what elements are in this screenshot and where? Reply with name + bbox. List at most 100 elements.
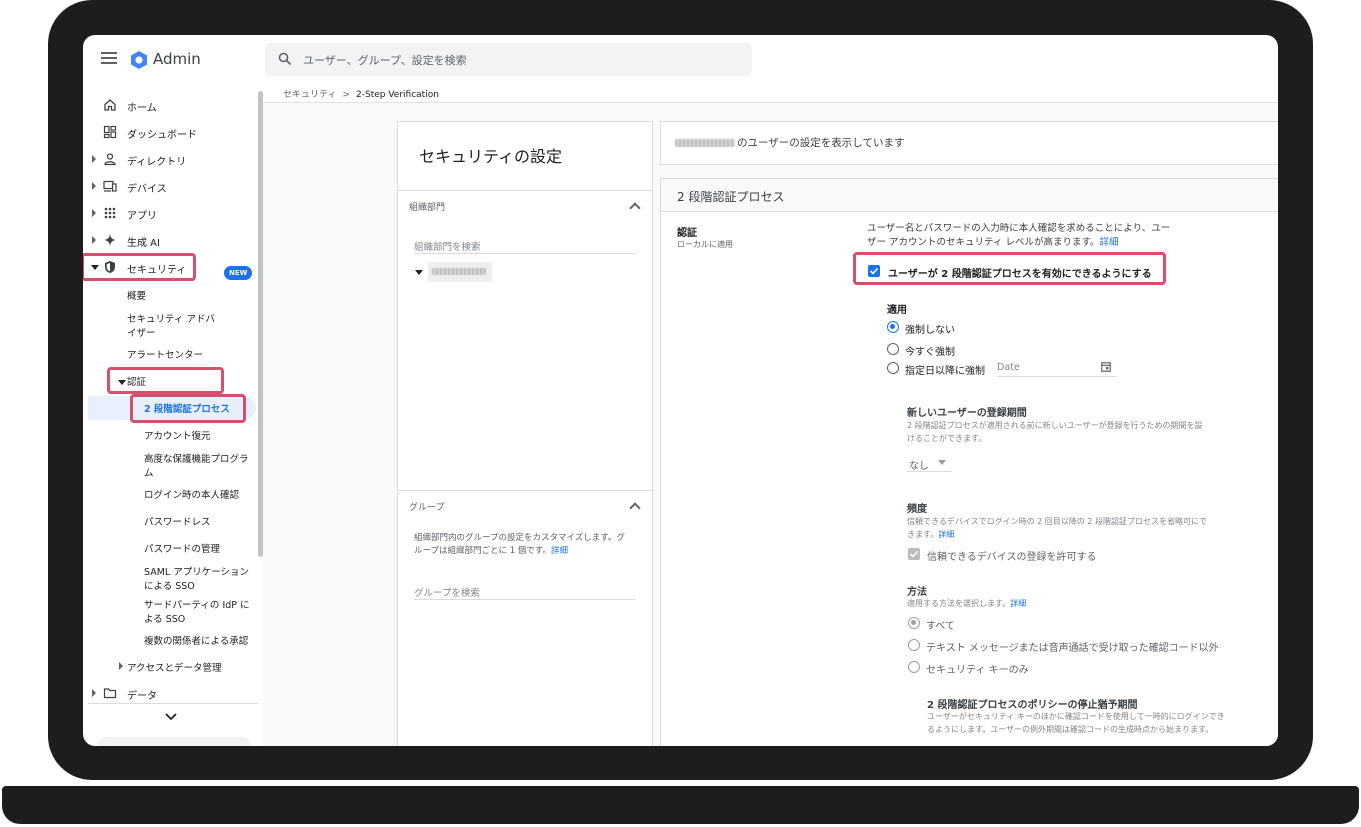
sidebar-item-third-party-sso[interactable]: サードパーティの IdP に — [144, 597, 250, 611]
sidebar-item-devices[interactable]: デバイス — [83, 174, 258, 198]
expand-caret-icon[interactable] — [92, 155, 96, 163]
breadcrumb-parent[interactable]: セキュリティ — [283, 90, 336, 100]
sidebar-item-multi-party-approval[interactable]: 複数の関係者による承認 — [144, 633, 248, 647]
collapse-caret-icon[interactable] — [91, 265, 99, 270]
sidebar-item-third-party-sso-line2[interactable]: よる SSO — [144, 611, 185, 625]
enforcement-option-off-label[interactable]: 強制しない — [905, 321, 955, 336]
sidebar-item-overview[interactable]: 概要 — [127, 288, 146, 302]
panel-title: セキュリティの設定 — [419, 147, 563, 166]
sidebar-item-account-recovery[interactable]: アカウント復元 — [144, 428, 211, 442]
sidebar-item-saml-sso[interactable]: SAML アプリケーション — [144, 564, 249, 578]
enrollment-desc-line2: けることができます。 — [907, 434, 987, 443]
sidebar-item-passwordless[interactable]: パスワードレス — [144, 514, 211, 528]
expand-caret-icon[interactable] — [92, 689, 96, 697]
org-tree-caret-icon[interactable] — [415, 270, 423, 275]
date-input[interactable]: Date — [997, 362, 1020, 373]
sidebar-item-label: アプリ — [127, 211, 157, 222]
org-unit-search-input[interactable]: 組織部門を検索 — [414, 239, 481, 253]
frequency-desc-line2: きます。 — [907, 530, 939, 539]
sidebar-item-advanced-protection[interactable]: 高度な保護機能プログラ — [144, 451, 249, 465]
enrollment-period-description: 2 段階認証プロセスが適用される前に新しいユーザーが登録を行うための期間を設 け… — [907, 419, 1202, 445]
sidebar-item-authentication[interactable]: 認証 — [127, 374, 146, 388]
enforcement-title: 適用 — [887, 305, 907, 316]
methods-option-security-key-radio[interactable] — [908, 661, 920, 673]
methods-option-all-radio[interactable] — [908, 617, 920, 629]
methods-option-all-label[interactable]: すべて — [926, 617, 955, 632]
devices-icon — [103, 180, 117, 192]
hamburger-menu-icon[interactable] — [101, 52, 117, 66]
auth-scope-note: ローカルに適用 — [677, 240, 733, 249]
trusted-device-label[interactable]: 信頼できるデバイスの登録を許可する — [927, 548, 1097, 563]
expand-caret-icon[interactable] — [92, 182, 96, 190]
org-unit-section-title: 組織部門 — [409, 203, 446, 213]
sidebar-item-password-management[interactable]: パスワードの管理 — [144, 541, 220, 555]
panel-divider — [398, 490, 654, 491]
sidebar-item-security-advisor[interactable]: セキュリティ アドバ — [127, 311, 215, 325]
sidebar-item-home[interactable]: ホーム — [83, 93, 258, 117]
check-icon — [869, 267, 879, 275]
sidebar-item-2sv[interactable]: 2 段階認証プロセス — [144, 401, 230, 415]
sidebar-item-dashboard[interactable]: ダッシュボード — [83, 120, 258, 144]
group-search-input[interactable]: グループを検索 — [414, 585, 480, 599]
card-header-divider — [661, 211, 1278, 212]
enforcement-option-off-radio[interactable] — [887, 321, 899, 333]
enforcement-option-date-radio[interactable] — [887, 362, 899, 374]
sidebar-item-label: セキュリティ — [127, 265, 187, 276]
chevron-up-icon[interactable] — [629, 502, 641, 514]
sidebar-item-security-advisor-line2[interactable]: イザー — [127, 325, 156, 339]
methods-title: 方法 — [907, 587, 927, 598]
domain-name-redacted — [675, 139, 735, 147]
sidebar-item-apps[interactable]: アプリ — [83, 201, 258, 225]
sidebar-item-gen-ai[interactable]: 生成 AI — [83, 228, 258, 252]
enforcement-option-date-label[interactable]: 指定日以降に強制 — [905, 362, 985, 377]
expand-caret-icon[interactable] — [92, 236, 96, 244]
enforcement-option-now-radio[interactable] — [887, 343, 899, 355]
enforcement-option-now-label[interactable]: 今すぐ強制 — [905, 343, 955, 358]
folder-icon — [103, 688, 117, 699]
calendar-icon[interactable] — [1101, 361, 1111, 372]
enrollment-period-title: 新しいユーザーの登録期間 — [907, 408, 1027, 419]
enrollment-period-select[interactable]: なし — [909, 457, 929, 472]
sidebar-bottom-chip[interactable] — [97, 737, 251, 746]
sidebar-item-label: ディレクトリ — [127, 157, 187, 168]
group-section-title: グループ — [409, 503, 445, 513]
sidebar-item-label: 生成 AI — [127, 238, 160, 249]
suspension-grace-title: 2 段階認証プロセスのポリシーの停止猶予期間 — [927, 700, 1138, 711]
collapse-caret-icon[interactable] — [118, 380, 126, 385]
desc-line2: ザー アカウントのセキュリティ レベルが高まります。 — [867, 237, 1100, 248]
new-badge: NEW — [224, 266, 253, 280]
chevron-up-icon[interactable] — [629, 202, 641, 214]
sidebar-item-advanced-protection-line2[interactable]: ム — [144, 465, 154, 479]
learn-more-link[interactable]: 詳細 — [1100, 237, 1119, 248]
frequency-learn-more-link[interactable]: 詳細 — [938, 530, 954, 539]
methods-learn-more-link[interactable]: 詳細 — [1010, 599, 1026, 608]
auth-label: 認証 — [677, 228, 697, 239]
allow-2sv-label[interactable]: ユーザーが 2 段階認証プロセスを有効にできるようにする — [888, 265, 1152, 280]
sparkle-icon — [104, 234, 116, 246]
chevron-down-icon[interactable] — [165, 713, 177, 721]
expand-caret-icon[interactable] — [92, 209, 96, 217]
group-learn-more-link[interactable]: 詳細 — [551, 546, 568, 556]
expand-caret-icon[interactable] — [119, 662, 123, 670]
panel-divider — [398, 190, 654, 191]
sidebar-item-access-data[interactable]: アクセスとデータ管理 — [127, 660, 222, 674]
trusted-device-checkbox[interactable] — [908, 548, 920, 560]
apps-grid-icon — [104, 207, 116, 219]
methods-option-except-sms-radio[interactable] — [908, 639, 920, 651]
allow-2sv-checkbox[interactable] — [868, 265, 880, 277]
sidebar-item-data[interactable]: データ — [83, 681, 258, 705]
sidebar-item-alert-center[interactable]: アラートセンター — [127, 347, 203, 361]
dropdown-arrow-icon[interactable] — [938, 460, 946, 465]
methods-option-security-key-label[interactable]: セキュリティ キーのみ — [926, 661, 1029, 676]
methods-description: 適用する方法を選択します。詳細 — [907, 597, 1026, 610]
sidebar-item-directory[interactable]: ディレクトリ — [83, 147, 258, 171]
search-input[interactable]: ユーザー、グループ、設定を検索 — [265, 43, 752, 76]
sidebar-item-label: デバイス — [127, 184, 167, 195]
shield-icon — [105, 261, 115, 273]
search-placeholder: ユーザー、グループ、設定を検索 — [303, 54, 467, 67]
top-bar: Admin ユーザー、グループ、設定を検索 — [83, 35, 1278, 85]
methods-option-except-sms-label[interactable]: テキスト メッセージまたは音声通話で受け取った確認コード以外 — [926, 639, 1219, 654]
dashboard-icon — [103, 125, 117, 139]
sidebar-item-login-challenge[interactable]: ログイン時の本人確認 — [144, 487, 239, 501]
sidebar-item-saml-sso-line2[interactable]: による SSO — [144, 578, 195, 592]
